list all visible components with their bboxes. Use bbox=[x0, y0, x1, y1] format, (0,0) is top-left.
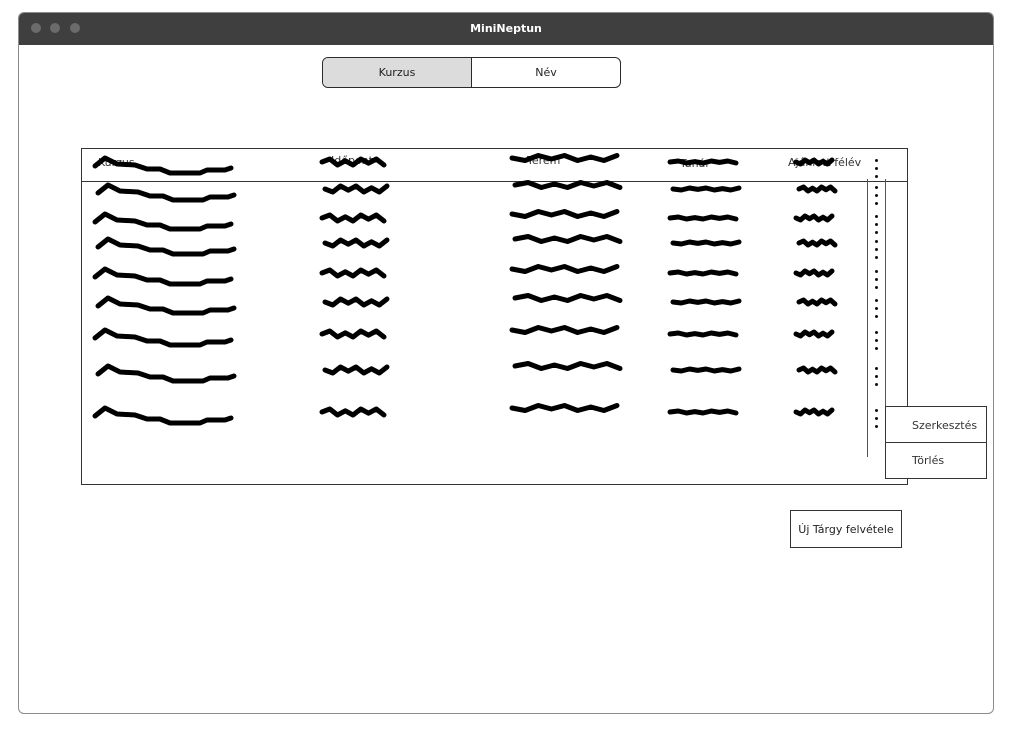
title-bar: MiniNeptun bbox=[19, 13, 993, 45]
scribble-row-4-col-1 bbox=[95, 236, 237, 257]
row-menu-button[interactable] bbox=[870, 157, 884, 183]
row-menu-button[interactable] bbox=[870, 297, 884, 323]
scribble-row-8-col-3 bbox=[512, 361, 623, 371]
actions-divider bbox=[867, 179, 868, 457]
scribble-row-8-col-5 bbox=[796, 365, 838, 375]
more-vertical-icon-dot bbox=[875, 299, 878, 302]
scribble-row-8-col-1 bbox=[95, 363, 237, 384]
window-title: MiniNeptun bbox=[470, 22, 542, 35]
edit-menu-item[interactable]: Szerkesztés bbox=[885, 406, 987, 444]
more-vertical-icon-dot bbox=[875, 278, 878, 281]
scribble-row-4-col-4 bbox=[670, 239, 742, 247]
scribble-row-2-col-4 bbox=[670, 185, 742, 193]
more-vertical-icon-dot bbox=[875, 256, 878, 259]
more-vertical-icon-dot bbox=[875, 248, 878, 251]
scribble-row-2-col-1 bbox=[95, 182, 237, 203]
scribble-row-7-col-2 bbox=[319, 328, 387, 340]
scribble-row-1-col-1 bbox=[92, 155, 234, 176]
more-vertical-icon-dot bbox=[875, 186, 878, 189]
scribble-row-5-col-2 bbox=[319, 267, 387, 279]
row-menu-button[interactable] bbox=[870, 365, 884, 391]
more-vertical-icon-dot bbox=[875, 270, 878, 273]
scribble-row-7-col-3 bbox=[509, 325, 620, 335]
more-vertical-icon-dot bbox=[875, 231, 878, 234]
more-vertical-icon-dot bbox=[875, 167, 878, 170]
delete-menu-item[interactable]: Törlés bbox=[885, 442, 987, 479]
more-vertical-icon-dot bbox=[875, 240, 878, 243]
scribble-row-4-col-5 bbox=[796, 238, 838, 248]
more-vertical-icon-dot bbox=[875, 339, 878, 342]
scribble-row-7-col-5 bbox=[793, 329, 835, 339]
more-vertical-icon-dot bbox=[875, 223, 878, 226]
new-subject-button[interactable]: Új Tárgy felvétele bbox=[790, 510, 902, 548]
scribble-row-5-col-1 bbox=[92, 266, 234, 287]
scribble-row-3-col-5 bbox=[793, 213, 835, 223]
more-vertical-icon-dot bbox=[875, 425, 878, 428]
scribble-row-5-col-4 bbox=[667, 269, 739, 277]
scribble-row-9-col-4 bbox=[667, 408, 739, 416]
scribble-row-4-col-2 bbox=[322, 237, 390, 249]
scribble-row-2-col-3 bbox=[512, 180, 623, 190]
scribble-row-1-col-4 bbox=[667, 158, 739, 166]
scribble-row-3-col-3 bbox=[509, 209, 620, 219]
more-vertical-icon-dot bbox=[875, 375, 878, 378]
toggle-kurzus[interactable]: Kurzus bbox=[323, 58, 472, 87]
more-vertical-icon-dot bbox=[875, 175, 878, 178]
scribble-row-3-col-4 bbox=[667, 214, 739, 222]
row-menu-button[interactable] bbox=[870, 268, 884, 294]
row-menu-button[interactable] bbox=[870, 184, 884, 210]
more-vertical-icon-dot bbox=[875, 202, 878, 205]
scribble-row-1-col-3 bbox=[509, 153, 620, 163]
more-vertical-icon-dot bbox=[875, 347, 878, 350]
scribble-row-9-col-2 bbox=[319, 406, 387, 418]
scribble-row-9-col-1 bbox=[92, 405, 234, 426]
more-vertical-icon-dot bbox=[875, 307, 878, 310]
scribble-row-5-col-3 bbox=[509, 264, 620, 274]
course-table: Kurzus Időpont Terem Tanár Ajánlott félé… bbox=[81, 148, 908, 485]
view-toggle: Kurzus Név bbox=[322, 57, 621, 88]
more-vertical-icon-dot bbox=[875, 194, 878, 197]
scribble-row-4-col-3 bbox=[512, 234, 623, 244]
more-vertical-icon-dot bbox=[875, 367, 878, 370]
row-menu-button[interactable] bbox=[870, 407, 884, 433]
table-scribbles bbox=[92, 153, 838, 426]
more-vertical-icon-dot bbox=[875, 215, 878, 218]
scribble-row-2-col-5 bbox=[796, 184, 838, 194]
more-vertical-icon-dot bbox=[875, 315, 878, 318]
scribble-row-6-col-2 bbox=[322, 296, 390, 308]
more-vertical-icon-dot bbox=[875, 409, 878, 412]
scribble-row-3-col-1 bbox=[92, 211, 234, 232]
scribble-row-8-col-2 bbox=[322, 364, 390, 376]
more-vertical-icon-dot bbox=[875, 331, 878, 334]
row-menu-button[interactable] bbox=[870, 329, 884, 355]
toggle-nev[interactable]: Név bbox=[472, 58, 620, 87]
scribble-row-1-col-2 bbox=[319, 156, 387, 168]
more-vertical-icon-dot bbox=[875, 383, 878, 386]
scribble-row-5-col-5 bbox=[793, 268, 835, 278]
more-vertical-icon-dot bbox=[875, 417, 878, 420]
scribble-row-6-col-1 bbox=[95, 295, 237, 316]
app-window: MiniNeptun Kurzus Név Kurzus Időpont Ter… bbox=[18, 12, 994, 714]
scribble-row-6-col-4 bbox=[670, 298, 742, 306]
scribble-row-1-col-5 bbox=[793, 157, 835, 167]
row-menu-button[interactable] bbox=[870, 213, 884, 239]
scribble-row-9-col-3 bbox=[509, 403, 620, 413]
scribble-row-9-col-5 bbox=[793, 407, 835, 417]
scribble-row-7-col-4 bbox=[667, 330, 739, 338]
more-vertical-icon-dot bbox=[875, 286, 878, 289]
scribble-row-7-col-1 bbox=[92, 327, 234, 348]
more-vertical-icon-dot bbox=[875, 159, 878, 162]
scribble-row-6-col-5 bbox=[796, 297, 838, 307]
scribble-row-8-col-4 bbox=[670, 366, 742, 374]
scribble-row-6-col-3 bbox=[512, 293, 623, 303]
scribble-row-2-col-2 bbox=[322, 183, 390, 195]
scribble-row-3-col-2 bbox=[319, 212, 387, 224]
row-menu-button[interactable] bbox=[870, 238, 884, 264]
